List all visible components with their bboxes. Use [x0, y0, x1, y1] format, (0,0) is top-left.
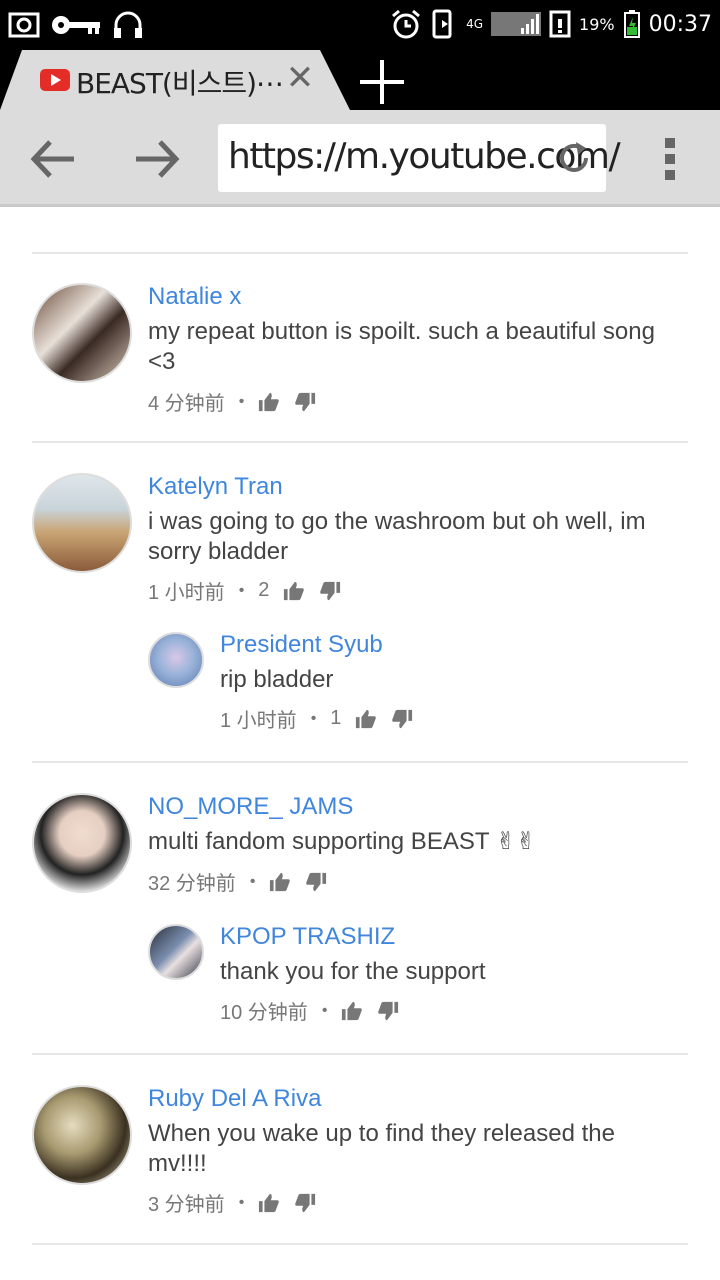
- divider: [32, 441, 688, 443]
- thumbs-up-icon[interactable]: [341, 1000, 363, 1022]
- thumbs-up-icon[interactable]: [269, 871, 291, 893]
- battery-percent: 19%: [579, 14, 615, 34]
- youtube-favicon-icon: [40, 69, 70, 91]
- comment-author[interactable]: NO_MORE_ JAMS: [148, 793, 353, 821]
- avatar[interactable]: [32, 283, 132, 383]
- thumbs-down-icon[interactable]: [319, 580, 341, 602]
- comment-meta: 32 分钟前 •: [148, 867, 327, 896]
- divider: [32, 761, 688, 763]
- thumbs-down-icon[interactable]: [391, 708, 413, 730]
- thumbs-down-icon[interactable]: [377, 1000, 399, 1022]
- comment-meta: 1 小时前 • 2: [148, 576, 341, 605]
- separator-dot: •: [238, 581, 245, 599]
- reply-text: rip bladder: [220, 666, 334, 693]
- overflow-menu-icon[interactable]: [660, 138, 680, 182]
- comment-author[interactable]: Natalie x: [148, 283, 241, 311]
- comment-time: 3 分钟前: [148, 1194, 225, 1216]
- comment-meta: 3 分钟前 •: [148, 1188, 316, 1217]
- avatar[interactable]: [148, 924, 204, 980]
- address-bar[interactable]: https://m.youtube.com/: [218, 124, 621, 192]
- thumbs-up-icon[interactable]: [258, 391, 280, 413]
- comment-meta: 4 分钟前 •: [148, 387, 316, 416]
- comment-author[interactable]: Katelyn Tran: [148, 473, 283, 501]
- status-bar: 4G 19% 00:37: [0, 0, 720, 50]
- comment-text: i was going to go the washroom but oh we…: [148, 508, 646, 565]
- like-count: 1: [330, 707, 342, 729]
- reply-text: thank you for the support: [220, 958, 486, 985]
- avatar[interactable]: [32, 793, 132, 893]
- comment-time: 32 分钟前: [148, 873, 236, 895]
- reply-author[interactable]: KPOP TRASHIZ: [220, 923, 395, 951]
- avatar[interactable]: [32, 473, 132, 573]
- reply-meta: 1 小时前 • 1: [220, 704, 413, 733]
- separator-dot: •: [249, 872, 256, 890]
- network-type: 4G: [466, 17, 484, 31]
- comment-time: 4 分钟前: [148, 393, 225, 415]
- sim-alert-icon: [549, 10, 571, 38]
- thumbs-down-icon[interactable]: [305, 871, 327, 893]
- separator-dot: •: [238, 1193, 245, 1211]
- back-arrow-icon[interactable]: [26, 134, 82, 184]
- tab-youtube[interactable]: BEAST(비스트)⋯ ✕: [0, 50, 350, 110]
- thumbs-down-icon[interactable]: [294, 1192, 316, 1214]
- tab-close-icon[interactable]: ✕: [284, 61, 316, 95]
- status-left-icons: [8, 10, 144, 40]
- thumbs-up-icon[interactable]: [283, 580, 305, 602]
- like-count: 2: [258, 579, 270, 601]
- comment-author[interactable]: Ruby Del A Riva: [148, 1085, 321, 1113]
- comment-text: multi fandom supporting BEAST ✌✌: [148, 828, 536, 855]
- reply-time: 10 分钟前: [220, 1002, 308, 1024]
- comment-text: When you wake up to find they released t…: [148, 1120, 615, 1177]
- clock: 00:37: [648, 11, 712, 37]
- reply-author[interactable]: President Syub: [220, 631, 383, 659]
- battery-charging-icon: [623, 10, 640, 38]
- alarm-icon: [392, 9, 421, 39]
- new-tab-icon[interactable]: [356, 56, 408, 108]
- thumbs-down-icon[interactable]: [294, 391, 316, 413]
- tab-title: BEAST(비스트)⋯: [76, 67, 284, 100]
- key-icon: [52, 16, 100, 34]
- forward-arrow-icon[interactable]: [128, 134, 184, 184]
- reply-meta: 10 分钟前 •: [220, 996, 399, 1025]
- signal-icon: [491, 12, 542, 36]
- reply-time: 1 小时前: [220, 710, 297, 732]
- browser-toolbar: https://m.youtube.com/: [0, 110, 720, 207]
- thumbs-up-icon[interactable]: [258, 1192, 280, 1214]
- avatar[interactable]: [148, 632, 204, 688]
- vibrate-icon: [432, 9, 452, 39]
- tab-bar: BEAST(비스트)⋯ ✕: [0, 50, 720, 110]
- separator-dot: •: [310, 709, 317, 727]
- separator-dot: •: [238, 392, 245, 410]
- separator-dot: •: [321, 1001, 328, 1019]
- divider: [32, 252, 688, 254]
- reload-icon[interactable]: [554, 138, 594, 178]
- headphones-icon: [114, 11, 142, 38]
- comment-text: my repeat button is spoilt. such a beaut…: [148, 318, 655, 375]
- divider: [32, 1053, 688, 1055]
- avatar[interactable]: [32, 1085, 132, 1185]
- comments-list: Natalie x my repeat button is spoilt. su…: [0, 207, 720, 1280]
- comment-time: 1 小时前: [148, 582, 225, 604]
- thumbs-up-icon[interactable]: [355, 708, 377, 730]
- divider: [32, 1243, 688, 1245]
- screenshot-icon: [8, 12, 40, 38]
- status-right-icons: 4G 19% 00:37: [390, 8, 712, 40]
